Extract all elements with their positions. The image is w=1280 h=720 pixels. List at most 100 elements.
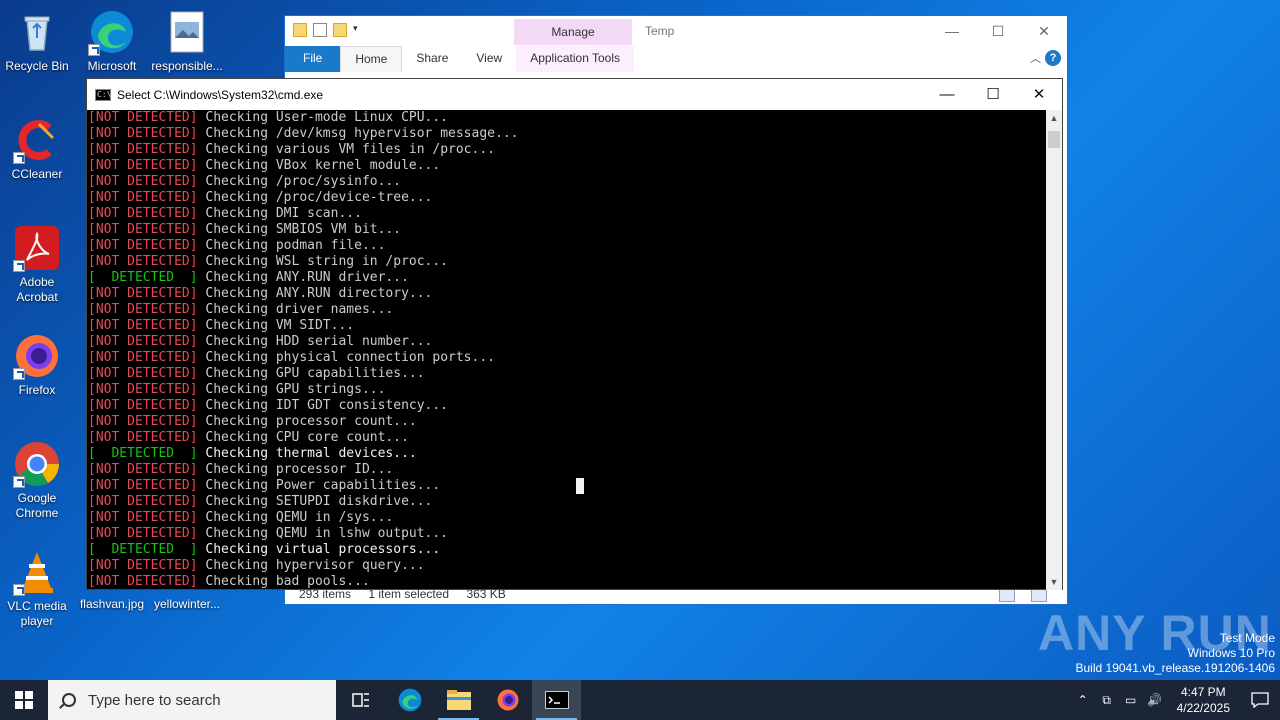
console-line: [NOT DETECTED] Checking physical connect… xyxy=(88,350,1048,366)
check-description: Checking thermal devices... xyxy=(205,446,417,461)
folder-icon[interactable] xyxy=(293,23,307,37)
console-line: [NOT DETECTED] Checking /dev/kmsg hyperv… xyxy=(88,126,1048,142)
tab-manage[interactable]: Manage xyxy=(514,19,632,45)
check-description: Checking CPU core count... xyxy=(205,430,409,445)
desktop-icon-label: Recycle Bin xyxy=(5,59,69,73)
minimize-button[interactable]: — xyxy=(924,79,970,110)
desktop-icon-flashvan[interactable]: flashvan.jpg xyxy=(75,597,149,612)
console-line: [NOT DETECTED] Checking processor count.… xyxy=(88,414,1048,430)
console-scrollbar[interactable]: ▲ ▼ xyxy=(1046,110,1062,590)
detection-status: [NOT DETECTED] xyxy=(88,558,198,573)
start-button[interactable] xyxy=(0,680,48,720)
system-tray: ⌃ ⧉ ▭ 🔊 4:47 PM 4/22/2025 xyxy=(1071,680,1280,720)
detection-status: [NOT DETECTED] xyxy=(88,382,198,397)
taskbar-search-box[interactable]: Type here to search xyxy=(48,680,336,720)
usb-device-icon[interactable]: ⧉ xyxy=(1095,693,1119,708)
check-description: Checking IDT GDT consistency... xyxy=(205,398,449,413)
explorer-titlebar[interactable]: ▾ Manage Temp — ☐ ✕ xyxy=(285,16,1067,48)
desktop-icon-vlc[interactable]: VLC media player xyxy=(0,548,74,629)
detection-status: [NOT DETECTED] xyxy=(88,510,198,525)
desktop-icon-firefox[interactable]: Firefox xyxy=(0,332,74,398)
console-line: [NOT DETECTED] Checking SETUPDI diskdriv… xyxy=(88,494,1048,510)
vlc-icon xyxy=(13,548,61,596)
desktop-icon-edge[interactable]: Microsoft Edge xyxy=(75,8,149,74)
taskbar-clock[interactable]: 4:47 PM 4/22/2025 xyxy=(1167,684,1240,716)
tab-application-tools[interactable]: Application Tools xyxy=(516,46,635,72)
detection-status: [NOT DETECTED] xyxy=(88,430,198,445)
minimize-button[interactable]: — xyxy=(929,16,975,46)
close-button[interactable]: ✕ xyxy=(1016,79,1062,110)
cmd-titlebar[interactable]: C:\ Select C:\Windows\System32\cmd.exe —… xyxy=(87,79,1062,110)
maximize-button[interactable]: ☐ xyxy=(975,16,1021,46)
console-line: [ DETECTED ] Checking ANY.RUN driver... xyxy=(88,270,1048,286)
console-line: [NOT DETECTED] Checking /proc/device-tre… xyxy=(88,190,1048,206)
scroll-up-icon[interactable]: ▲ xyxy=(1046,110,1062,126)
tab-share[interactable]: Share xyxy=(402,46,462,72)
edge-icon xyxy=(398,688,421,712)
check-description: Checking User-mode Linux CPU... xyxy=(205,110,449,125)
close-button[interactable]: ✕ xyxy=(1021,16,1067,46)
shortcut-arrow-icon xyxy=(13,152,25,164)
notification-center-button[interactable] xyxy=(1240,680,1280,720)
desktop-icon-chrome[interactable]: Google Chrome xyxy=(0,440,74,521)
console-output[interactable]: [NOT DETECTED] Checking User-mode Linux … xyxy=(88,110,1048,590)
properties-icon[interactable] xyxy=(313,23,327,37)
tab-file[interactable]: File xyxy=(285,46,341,72)
search-icon xyxy=(62,693,76,707)
taskbar-firefox[interactable] xyxy=(483,680,532,720)
explorer-title: Temp xyxy=(645,24,675,38)
desktop-icon-recycle-bin[interactable]: Recycle Bin xyxy=(0,8,74,74)
tab-home[interactable]: Home xyxy=(340,46,403,72)
cmd-window[interactable]: C:\ Select C:\Windows\System32\cmd.exe —… xyxy=(86,78,1063,590)
desktop-icon-ccleaner[interactable]: CCleaner xyxy=(0,116,74,182)
desktop-icon-responsible[interactable]: responsible... xyxy=(150,8,224,74)
console-line: [NOT DETECTED] Checking IDT GDT consiste… xyxy=(88,398,1048,414)
desktop-icon-label: Microsoft Edge xyxy=(87,59,137,73)
detection-status: [NOT DETECTED] xyxy=(88,318,198,333)
collapse-ribbon-icon[interactable]: ︿ xyxy=(1030,50,1041,66)
windows-logo-icon xyxy=(15,691,33,709)
help-icon[interactable]: ? xyxy=(1045,50,1061,66)
detection-status: [NOT DETECTED] xyxy=(88,302,198,317)
check-description: Checking SETUPDI diskdrive... xyxy=(205,494,433,509)
quick-access-toolbar: ▾ xyxy=(293,23,361,37)
check-description: Checking GPU strings... xyxy=(205,382,386,397)
desktop-icon-yellowinter[interactable]: yellowinter... xyxy=(150,597,224,612)
desktop-icon-acrobat[interactable]: Adobe Acrobat xyxy=(0,224,74,305)
os-edition-label: Windows 10 Pro xyxy=(1187,646,1275,660)
task-view-button[interactable] xyxy=(336,680,385,720)
new-folder-icon[interactable] xyxy=(333,23,347,37)
ribbon-tabs: File Home Share View Application Tools xyxy=(285,46,1067,72)
check-description: Checking /dev/kmsg hypervisor message... xyxy=(205,126,519,141)
dropdown-arrow-icon[interactable]: ▾ xyxy=(353,23,361,37)
text-cursor xyxy=(576,478,584,494)
large-icons-view-icon[interactable] xyxy=(1031,588,1047,602)
console-line: [NOT DETECTED] Checking CPU core count..… xyxy=(88,430,1048,446)
clock-time: 4:47 PM xyxy=(1180,685,1226,699)
console-line: [NOT DETECTED] Checking Power capabiliti… xyxy=(88,478,1048,494)
check-description: Checking processor ID... xyxy=(205,462,394,477)
detection-status: [NOT DETECTED] xyxy=(88,174,198,189)
details-view-icon[interactable] xyxy=(999,588,1015,602)
console-line: [NOT DETECTED] Checking DMI scan... xyxy=(88,206,1048,222)
taskbar-cmd[interactable] xyxy=(532,680,581,720)
console-line: [NOT DETECTED] Checking processor ID... xyxy=(88,462,1048,478)
network-icon[interactable]: ▭ xyxy=(1119,693,1143,707)
detection-status: [NOT DETECTED] xyxy=(88,238,198,253)
check-description: Checking GPU capabilities... xyxy=(205,366,425,381)
taskbar-edge[interactable] xyxy=(385,680,434,720)
scroll-down-icon[interactable]: ▼ xyxy=(1046,574,1062,590)
desktop-icon-label: responsible... xyxy=(151,59,223,73)
tab-view[interactable]: View xyxy=(462,46,516,72)
desktop-icon-label: Adobe Acrobat xyxy=(16,275,58,304)
check-description: Checking WSL string in /proc... xyxy=(205,254,449,269)
console-line: [NOT DETECTED] Checking ANY.RUN director… xyxy=(88,286,1048,302)
taskbar-file-explorer[interactable] xyxy=(434,680,483,720)
chevron-up-icon[interactable]: ⌃ xyxy=(1071,693,1095,707)
firefox-icon xyxy=(13,332,61,380)
volume-icon[interactable]: 🔊 xyxy=(1143,693,1167,707)
maximize-button[interactable]: ☐ xyxy=(970,79,1016,110)
desktop-icon-label: Firefox xyxy=(18,383,56,397)
check-description: Checking VM SIDT... xyxy=(205,318,355,333)
scrollbar-thumb[interactable] xyxy=(1048,131,1060,148)
